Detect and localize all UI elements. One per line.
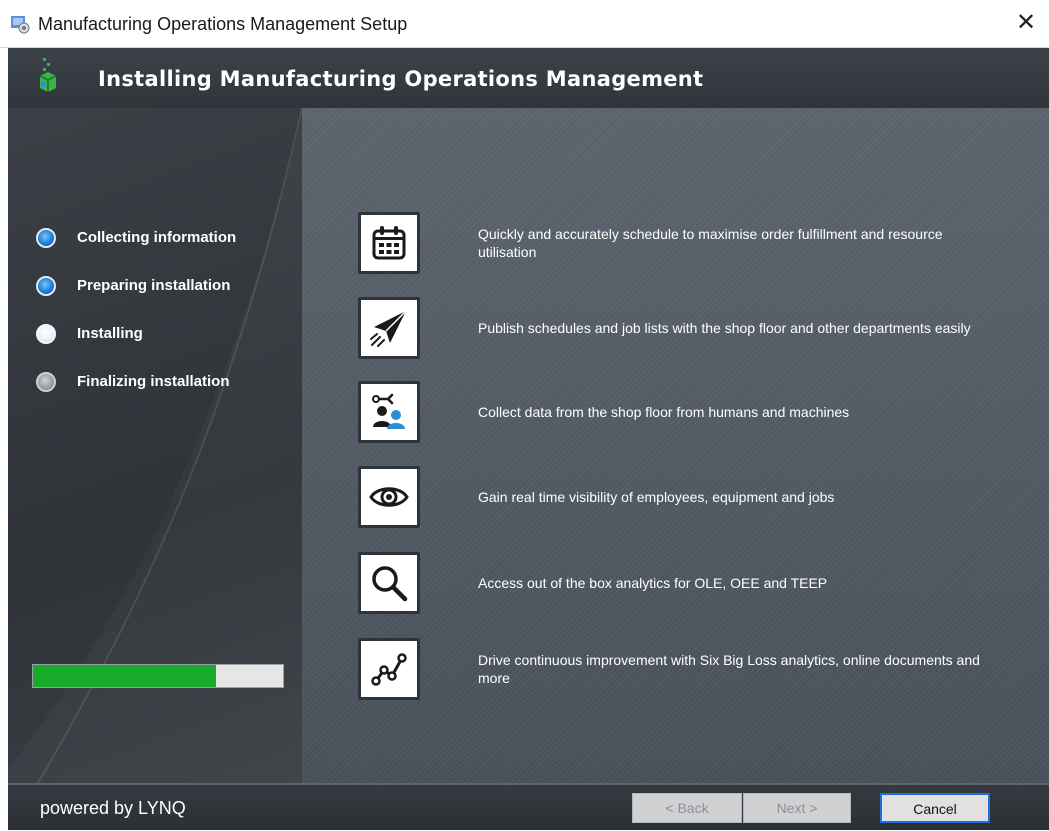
next-button[interactable]: Next >	[743, 793, 851, 823]
cancel-button[interactable]: Cancel	[880, 793, 990, 823]
installer-logo-icon	[39, 58, 57, 92]
back-button[interactable]: < Back	[632, 793, 742, 823]
feature-item-publish: Publish schedules and job lists with the…	[358, 297, 1008, 359]
installer-header: Installing Manufacturing Operations Mana…	[8, 48, 1049, 108]
feature-item-collect-data: Collect data from the shop floor from hu…	[358, 381, 1008, 443]
feature-item-analytics: Access out of the box analytics for OLE,…	[358, 552, 1008, 614]
feature-text: Quickly and accurately schedule to maxim…	[478, 226, 943, 260]
feature-text: Access out of the box analytics for OLE,…	[478, 575, 828, 591]
window-titlebar: Manufacturing Operations Management Setu…	[0, 0, 1049, 48]
step-current-indicator	[36, 324, 56, 344]
calendar-icon	[372, 226, 406, 260]
install-progress-bar	[32, 664, 284, 688]
feature-item-visibility: Gain real time visibility of employees, …	[358, 466, 1008, 528]
feature-text: Publish schedules and job lists with the…	[478, 320, 971, 336]
feature-icon-box	[358, 466, 420, 528]
powered-by-label: powered by LYNQ	[40, 798, 186, 818]
eye-icon	[369, 487, 409, 507]
step-label: Collecting information	[77, 229, 237, 246]
feature-panel: Quickly and accurately schedule to maxim…	[302, 108, 1049, 783]
trend-line-icon	[371, 653, 407, 686]
installer-footer: powered by LYNQ < Back Next > Cancel	[8, 783, 1049, 830]
step-label: Installing	[77, 325, 143, 342]
step-pending-indicator	[36, 372, 56, 392]
feature-item-improvement: Drive continuous improvement with Six Bi…	[358, 638, 1008, 700]
feature-icon-box	[358, 552, 420, 614]
feature-text: Collect data from the shop floor from hu…	[478, 404, 850, 420]
feature-icon-box	[358, 381, 420, 443]
window-title: Manufacturing Operations Management Setu…	[38, 14, 408, 34]
steps-sidebar: Collecting information Preparing install…	[8, 108, 302, 783]
feature-icon-box	[358, 638, 420, 700]
magnifier-icon	[372, 566, 408, 602]
feature-item-scheduling: Quickly and accurately schedule to maxim…	[358, 212, 1008, 274]
step-done-indicator	[36, 228, 56, 248]
setup-app-icon	[11, 16, 30, 34]
feature-icon-box	[358, 212, 420, 274]
step-done-indicator	[36, 276, 56, 296]
paper-plane-icon	[370, 310, 407, 347]
page-title: Installing Manufacturing Operations Mana…	[98, 67, 704, 91]
feature-icon-box	[358, 297, 420, 359]
step-label: Finalizing installation	[77, 373, 230, 390]
feature-text: Drive continuous improvement with Six Bi…	[478, 652, 980, 686]
robot-arm-worker-icon	[372, 393, 405, 429]
close-icon[interactable]: ✕	[1003, 0, 1049, 48]
step-label: Preparing installation	[77, 277, 231, 294]
feature-text: Gain real time visibility of employees, …	[478, 489, 835, 505]
install-progress-fill	[33, 665, 216, 687]
